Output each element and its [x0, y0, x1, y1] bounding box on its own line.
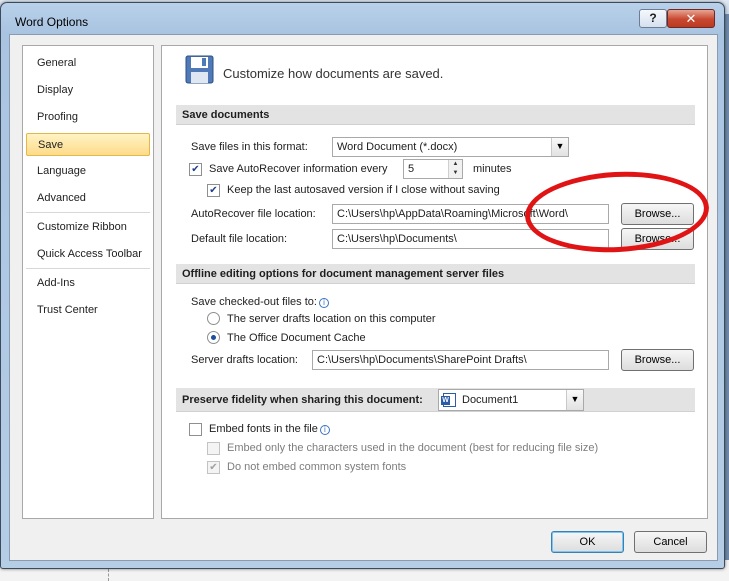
nav-item-display[interactable]: Display	[26, 79, 150, 102]
format-label: Save files in this format:	[191, 141, 308, 153]
minutes-label: minutes	[473, 163, 512, 175]
word-document-icon	[441, 393, 456, 408]
no-common-fonts-checkbox[interactable]: ✔	[207, 461, 220, 474]
server-drafts-radio[interactable]	[207, 312, 220, 325]
embed-fonts-label: Embed fonts in the file	[209, 423, 318, 435]
browse-server-drafts-button[interactable]: Browse...	[621, 349, 694, 371]
nav-item-general[interactable]: General	[26, 52, 150, 75]
embed-fonts-row: Embed fonts in the file i	[209, 423, 330, 435]
document-dropdown-value: Document1	[462, 394, 519, 406]
embed-only-used-checkbox[interactable]	[207, 442, 220, 455]
minutes-spinner[interactable]: ▲ ▼	[448, 160, 462, 178]
ok-button[interactable]: OK	[551, 531, 624, 553]
keep-last-label: Keep the last autosaved version if I clo…	[227, 184, 500, 196]
autorecover-label: Save AutoRecover information every	[209, 163, 388, 175]
dialog-title: Word Options	[15, 15, 89, 29]
server-drafts-location-label: Server drafts location:	[191, 354, 298, 366]
chevron-down-icon[interactable]: ▼	[566, 390, 583, 410]
info-icon: i	[319, 425, 330, 435]
nav-item-trust-center[interactable]: Trust Center	[26, 299, 150, 322]
server-drafts-option-label: The server drafts location on this compu…	[227, 313, 436, 325]
document-cache-option-label: The Office Document Cache	[227, 332, 366, 344]
info-icon: i	[318, 298, 329, 308]
default-location-label: Default file location:	[191, 233, 287, 245]
word-options-dialog: Word Options ? ✕ General Display Proofin…	[0, 2, 725, 569]
embed-only-used-label: Embed only the characters used in the do…	[227, 442, 599, 454]
spin-down-icon[interactable]: ▼	[449, 169, 462, 178]
nav-item-advanced[interactable]: Advanced	[26, 187, 150, 210]
document-cache-radio[interactable]	[207, 331, 220, 344]
chevron-down-icon[interactable]: ▼	[551, 138, 568, 156]
nav-item-proofing[interactable]: Proofing	[26, 106, 150, 129]
document-dropdown[interactable]: Document1 ▼	[438, 389, 584, 411]
section-preserve-fidelity: Preserve fidelity when sharing this docu…	[176, 388, 695, 412]
save-options-panel: Customize how documents are saved. Save …	[161, 45, 711, 519]
nav-item-add-ins[interactable]: Add-Ins	[26, 272, 150, 295]
autorecover-location-label: AutoRecover file location:	[191, 208, 316, 220]
page-heading: Customize how documents are saved.	[223, 66, 444, 81]
format-dropdown[interactable]: Word Document (*.docx) ▼	[332, 137, 569, 157]
no-common-fonts-label: Do not embed common system fonts	[227, 461, 407, 473]
nav-item-language[interactable]: Language	[26, 160, 150, 183]
section-offline-editing: Offline editing options for document man…	[176, 264, 695, 284]
server-drafts-location-input[interactable]: C:\Users\hp\Documents\SharePoint Drafts\	[312, 350, 609, 370]
autorecover-checkbox[interactable]: ✔	[189, 163, 202, 176]
spin-up-icon[interactable]: ▲	[449, 160, 462, 169]
embed-fonts-checkbox[interactable]	[189, 423, 202, 436]
help-button[interactable]: ?	[639, 9, 667, 28]
nav-item-quick-access-toolbar[interactable]: Quick Access Toolbar	[26, 243, 150, 266]
autorecover-minutes-value: 5	[408, 163, 415, 175]
keep-last-checkbox[interactable]: ✔	[207, 184, 220, 197]
checkout-label: Save checked-out files to: i	[191, 296, 329, 308]
autorecover-minutes-input[interactable]: 5 ▲ ▼	[403, 159, 463, 179]
nav-item-save[interactable]: Save	[26, 133, 150, 156]
options-nav: General Display Proofing Save Language A…	[22, 45, 154, 519]
nav-item-customize-ribbon[interactable]: Customize Ribbon	[26, 216, 150, 239]
section-save-documents: Save documents	[176, 105, 695, 125]
close-button[interactable]: ✕	[667, 9, 715, 28]
dialog-body: General Display Proofing Save Language A…	[9, 34, 718, 561]
floppy-disk-icon	[185, 55, 214, 84]
cancel-button[interactable]: Cancel	[634, 531, 707, 553]
nav-divider	[26, 268, 150, 269]
format-value: Word Document (*.docx)	[337, 141, 458, 153]
nav-divider	[26, 212, 150, 213]
